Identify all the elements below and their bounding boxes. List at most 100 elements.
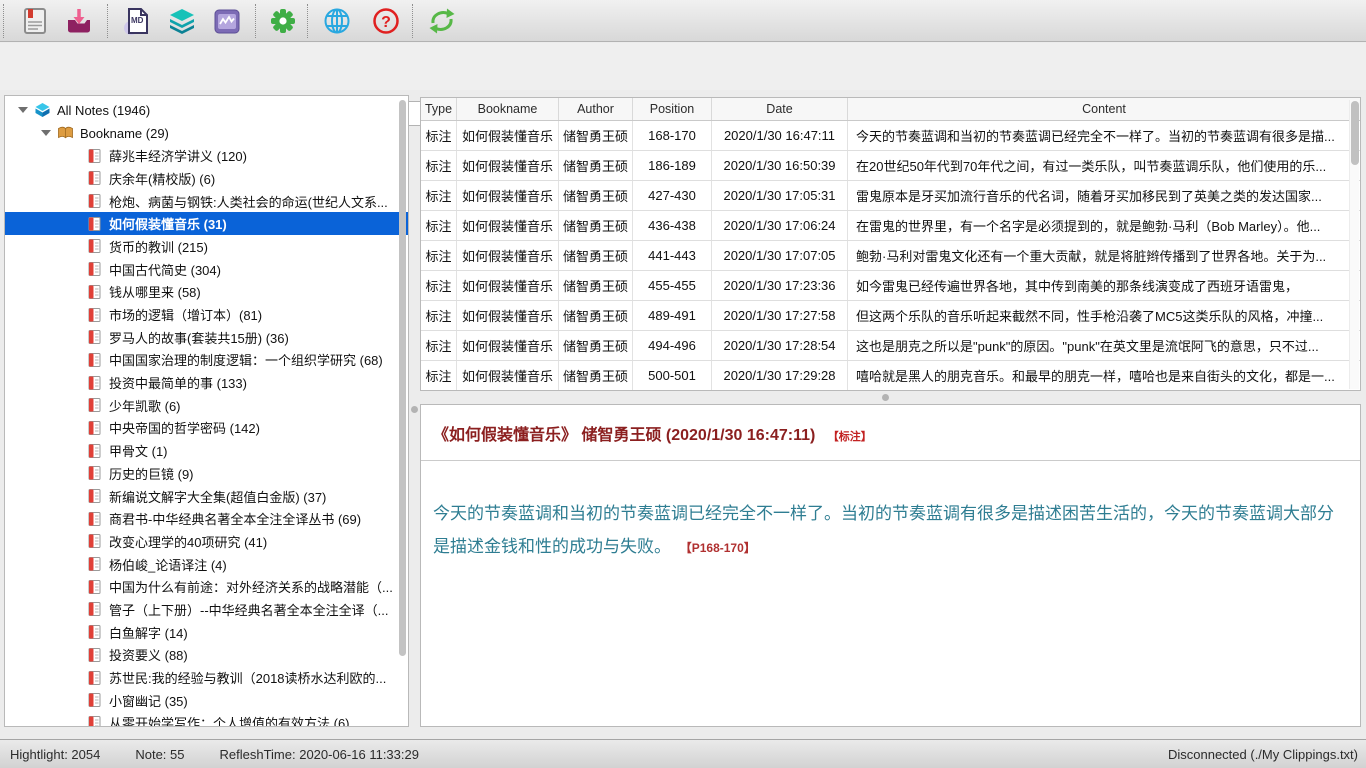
tree-item-book[interactable]: 钱从哪里来 (58) — [5, 281, 408, 304]
tree-item-book[interactable]: 中国为什么有前途：对外经济关系的战略潜能（... — [5, 575, 408, 598]
sidebar: All Notes (1946) Bookname (29) 薛兆丰经济学讲义 … — [4, 95, 409, 727]
column-header-position[interactable]: Position — [633, 98, 712, 120]
table-row[interactable]: 标注如何假装懂音乐储智勇王硕427-4302020/1/30 17:05:31雷… — [421, 181, 1360, 211]
tree-item-book[interactable]: 甲骨文 (1) — [5, 439, 408, 462]
tree-item-book[interactable]: 杨伯峻_论语译注 (4) — [5, 553, 408, 576]
tree-item-book[interactable]: 投资要义 (88) — [5, 644, 408, 667]
column-header-date[interactable]: Date — [712, 98, 848, 120]
cell-type: 标注 — [421, 301, 457, 330]
cell-position: 489-491 — [633, 301, 712, 330]
tree-item-label: 杨伯峻_论语译注 (4) — [109, 555, 227, 574]
table-row[interactable]: 标注如何假装懂音乐储智勇王硕436-4382020/1/30 17:06:24在… — [421, 211, 1360, 241]
note-position-tag: 【P168-170】 — [680, 541, 756, 555]
toolbar-separator — [307, 4, 308, 38]
tree-item-book[interactable]: 中国国家治理的制度逻辑：一个组织学研究 (68) — [5, 349, 408, 372]
import-button[interactable] — [64, 6, 94, 36]
sidebar-scrollbar-thumb[interactable] — [399, 100, 406, 656]
help-button[interactable]: ? — [371, 6, 401, 36]
tree-item-label: 货币的教训 (215) — [109, 237, 208, 256]
tree-item-book[interactable]: 薛兆丰经济学讲义 (120) — [5, 144, 408, 167]
table-header: Type Bookname Author Position Date Conte… — [421, 98, 1360, 121]
column-header-content[interactable]: Content — [848, 98, 1360, 120]
svg-text:MD: MD — [131, 16, 144, 25]
tree-item-book[interactable]: 如何假装懂音乐 (31) — [5, 212, 408, 235]
table-row[interactable]: 标注如何假装懂音乐储智勇王硕186-1892020/1/30 16:50:39在… — [421, 151, 1360, 181]
note-detail-title-text: 《如何假装懂音乐》 储智勇王硕 (2020/1/30 16:47:11) — [433, 427, 815, 444]
notes-icon — [20, 6, 50, 36]
table-row[interactable]: 标注如何假装懂音乐储智勇王硕441-4432020/1/30 17:07:05鲍… — [421, 241, 1360, 271]
all-notes-icon — [34, 102, 51, 118]
disclosure-triangle-icon[interactable] — [18, 107, 28, 113]
table-row[interactable]: 标注如何假装懂音乐储智勇王硕455-4552020/1/30 17:23:36如… — [421, 271, 1360, 301]
tree-item-label: 投资中最简单的事 (133) — [109, 373, 247, 392]
table-row[interactable]: 标注如何假装懂音乐储智勇王硕500-5012020/1/30 17:29:28嘻… — [421, 361, 1360, 391]
tree-item-book[interactable]: 管子（上下册）--中华经典名著全本全注全译（... — [5, 598, 408, 621]
cell-bookname: 如何假装懂音乐 — [457, 211, 559, 240]
web-button[interactable] — [322, 6, 352, 36]
cell-content: 如今雷鬼已经传遍世界各地，其中传到南美的那条线演变成了西班牙语雷鬼， — [848, 271, 1360, 300]
tree-item-label: 中国古代简史 (304) — [109, 260, 221, 279]
tree-item-bookname[interactable]: Bookname (29) — [5, 122, 408, 145]
status-connection: Disconnected (./My Clippings.txt) — [1168, 747, 1358, 762]
tree-item-book[interactable]: 投资中最简单的事 (133) — [5, 371, 408, 394]
cell-position: 186-189 — [633, 151, 712, 180]
tree-item-book[interactable]: 历史的巨镜 (9) — [5, 462, 408, 485]
table-row[interactable]: 标注如何假装懂音乐储智勇王硕489-4912020/1/30 17:27:58但… — [421, 301, 1360, 331]
tree-item-book[interactable]: 新编说文解字大全集(超值白金版) (37) — [5, 485, 408, 508]
tree-item-book[interactable]: 商君书-中华经典名著全本全注全译丛书 (69) — [5, 507, 408, 530]
sync-button[interactable] — [427, 6, 457, 36]
tree-item-book[interactable]: 苏世民:我的经验与教训（2018读桥水达利欧的... — [5, 666, 408, 689]
table-scrollbar[interactable] — [1349, 100, 1359, 389]
horizontal-splitter-handle[interactable] — [882, 394, 889, 401]
toolbar-separator — [255, 4, 256, 38]
table-row[interactable]: 标注如何假装懂音乐储智勇王硕494-4962020/1/30 17:28:54这… — [421, 331, 1360, 361]
tree-item-book[interactable]: 小窗幽记 (35) — [5, 689, 408, 712]
book-icon — [86, 670, 103, 686]
note-type-tag: 【标注】 — [828, 431, 872, 443]
toolbar: MD — [0, 0, 1366, 42]
cell-position: 494-496 — [633, 331, 712, 360]
column-header-author[interactable]: Author — [559, 98, 633, 120]
tree-item-label: 中国国家治理的制度逻辑：一个组织学研究 (68) — [109, 350, 383, 369]
tree-item-all-notes[interactable]: All Notes (1946) — [5, 99, 408, 122]
notes-button[interactable] — [20, 6, 50, 36]
tree-item-label: 苏世民:我的经验与教训（2018读桥水达利欧的... — [109, 668, 386, 687]
tree-item-book[interactable]: 中央帝国的哲学密码 (142) — [5, 417, 408, 440]
column-header-bookname[interactable]: Bookname — [457, 98, 559, 120]
book-icon — [86, 601, 103, 617]
book-icon — [86, 216, 103, 232]
tree-item-label: 白鱼解字 (14) — [109, 623, 188, 642]
statistics-button[interactable] — [212, 6, 242, 36]
tree-item-book[interactable]: 庆余年(精校版) (6) — [5, 167, 408, 190]
settings-button[interactable] — [268, 6, 298, 36]
layers-button[interactable] — [167, 6, 197, 36]
book-icon — [86, 715, 103, 727]
markdown-export-button[interactable]: MD — [122, 6, 152, 36]
disclosure-triangle-icon[interactable] — [41, 130, 51, 136]
tree-item-book[interactable]: 白鱼解字 (14) — [5, 621, 408, 644]
table-scrollbar-thumb[interactable] — [1351, 101, 1359, 165]
column-header-type[interactable]: Type — [421, 98, 457, 120]
cell-content: 嘻哈就是黑人的朋克音乐。和最早的朋克一样，嘻哈也是来自街头的文化，都是一... — [848, 361, 1360, 390]
tree-item-book[interactable]: 货币的教训 (215) — [5, 235, 408, 258]
cell-date: 2020/1/30 16:47:11 — [712, 121, 848, 150]
table-row[interactable]: 标注如何假装懂音乐储智勇王硕168-1702020/1/30 16:47:11今… — [421, 121, 1360, 151]
cell-type: 标注 — [421, 271, 457, 300]
cell-type: 标注 — [421, 181, 457, 210]
tree-item-book[interactable]: 罗马人的故事(套装共15册) (36) — [5, 326, 408, 349]
book-icon — [86, 284, 103, 300]
book-icon — [86, 307, 103, 323]
tree-item-book[interactable]: 市场的逻辑（增订本）(81) — [5, 303, 408, 326]
tree-item-book[interactable]: 少年凯歌 (6) — [5, 394, 408, 417]
cell-author: 储智勇王硕 — [559, 301, 633, 330]
tree-item-book[interactable]: 枪炮、病菌与钢铁:人类社会的命运(世纪人文系... — [5, 190, 408, 213]
cell-author: 储智勇王硕 — [559, 121, 633, 150]
vertical-splitter-handle[interactable] — [411, 406, 418, 413]
tree-item-label: 管子（上下册）--中华经典名著全本全注全译（... — [109, 600, 389, 619]
tree-item-book[interactable]: 中国古代简史 (304) — [5, 258, 408, 281]
tree-item-book[interactable]: 改变心理学的40项研究 (41) — [5, 530, 408, 553]
cell-position: 455-455 — [633, 271, 712, 300]
book-icon — [86, 556, 103, 572]
cell-content: 今天的节奏蓝调和当初的节奏蓝调已经完全不一样了。当初的节奏蓝调有很多是描... — [848, 121, 1360, 150]
tree-item-book[interactable]: 从零开始学写作：个人增值的有效方法 (6) — [5, 712, 408, 727]
